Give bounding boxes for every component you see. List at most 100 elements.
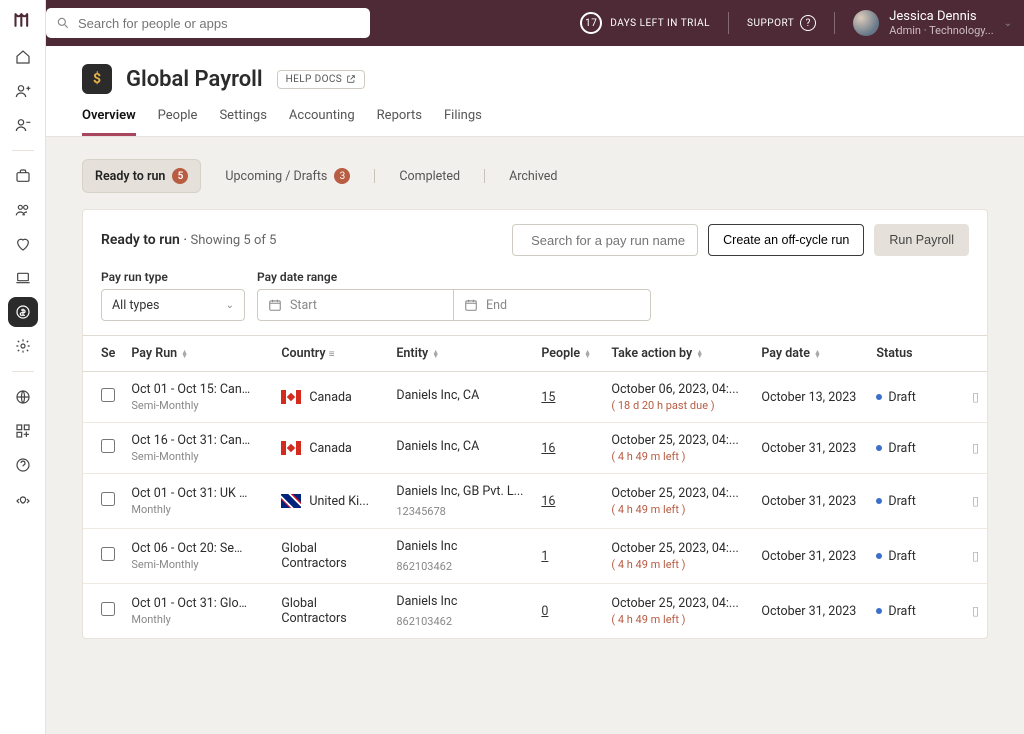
row-checkbox[interactable]: [101, 388, 115, 402]
nav-home-icon[interactable]: [8, 42, 38, 72]
people-count-link[interactable]: 1: [541, 549, 548, 564]
entity-name: Daniels Inc: [396, 539, 457, 554]
nav-globe-icon[interactable]: [8, 382, 38, 412]
status-cell: Draft: [868, 423, 964, 474]
nav-person-remove-icon[interactable]: [8, 110, 38, 140]
user-role: Admin · Technology...: [889, 24, 993, 37]
action-by-date: October 25, 2023, 04:...: [611, 486, 738, 501]
country-cell: Canada: [273, 423, 388, 474]
col-people[interactable]: People▲▼: [533, 336, 603, 372]
create-offcycle-button[interactable]: Create an off-cycle run: [708, 224, 864, 256]
payrun-frequency: Semi-Monthly: [131, 450, 265, 463]
row-action-icon[interactable]: ▯: [964, 474, 987, 529]
col-status: Status: [868, 336, 964, 372]
brand-logo[interactable]: [13, 10, 33, 30]
payrun-name: Oct 01 - Oct 15: Cana...: [131, 382, 251, 397]
chevron-down-icon: ⌄: [1004, 18, 1012, 29]
filter-date-end[interactable]: End: [454, 289, 651, 321]
tab-reports[interactable]: Reports: [377, 108, 422, 136]
status-tab-archived[interactable]: Archived: [497, 161, 569, 192]
status-tab-completed[interactable]: Completed: [387, 161, 472, 192]
filter-type-select[interactable]: All types ⌄: [101, 289, 245, 321]
row-action-icon[interactable]: ▯: [964, 529, 987, 584]
people-count-link[interactable]: 16: [541, 494, 555, 509]
status-cell: Draft: [868, 474, 964, 529]
table-row[interactable]: Oct 01 - Oct 31: Glob...Monthly Global C…: [83, 584, 987, 639]
row-action-icon[interactable]: ▯: [964, 584, 987, 639]
col-action-by[interactable]: Take action by▲▼: [603, 336, 753, 372]
col-country[interactable]: Country ≡: [273, 336, 388, 372]
trial-days: 17: [580, 12, 602, 34]
row-checkbox[interactable]: [101, 547, 115, 561]
payrun-frequency: Semi-Monthly: [131, 558, 265, 571]
nav-heart-icon[interactable]: [8, 229, 38, 259]
nav-handshake-icon[interactable]: [8, 484, 38, 514]
nav-apps-icon[interactable]: [8, 416, 38, 446]
trial-label: DAYS LEFT IN TRIAL: [610, 18, 710, 29]
calendar-icon: [464, 298, 478, 312]
user-name: Jessica Dennis: [889, 9, 993, 25]
nav-person-add-icon[interactable]: [8, 76, 38, 106]
action-by-date: October 25, 2023, 04:...: [611, 433, 738, 448]
payrun-frequency: Monthly: [131, 613, 265, 626]
status-cell: Draft: [868, 529, 964, 584]
payruns-table: Se Pay Run▲▼ Country ≡ Entity▲▼ People▲▼…: [83, 335, 987, 638]
tab-accounting[interactable]: Accounting: [289, 108, 355, 136]
nav-help-icon[interactable]: [8, 450, 38, 480]
status-tab-upcoming[interactable]: Upcoming / Drafts 3: [213, 160, 362, 192]
tab-settings[interactable]: Settings: [219, 108, 266, 136]
global-search[interactable]: [46, 8, 370, 38]
col-select: Se: [83, 336, 123, 372]
table-row[interactable]: Oct 01 - Oct 15: Cana...Semi-Monthly Can…: [83, 372, 987, 423]
help-docs-link[interactable]: HELP DOCS: [277, 70, 365, 89]
ready-count-badge: 5: [172, 168, 188, 184]
row-action-icon[interactable]: ▯: [964, 423, 987, 474]
global-search-input[interactable]: [78, 8, 360, 38]
table-row[interactable]: Oct 16 - Oct 31: Cana...Semi-Monthly Can…: [83, 423, 987, 474]
filter-type-label: Pay run type: [101, 270, 245, 284]
nav-payroll-icon[interactable]: [8, 297, 38, 327]
col-pay-date[interactable]: Pay date▲▼: [753, 336, 868, 372]
action-by-date: October 25, 2023, 04:...: [611, 541, 738, 556]
payrun-name: Oct 01 - Oct 31: Glob...: [131, 596, 251, 611]
status-tab-ready[interactable]: Ready to run 5: [82, 159, 201, 193]
pay-date: October 31, 2023: [753, 423, 868, 474]
flag-icon: [281, 494, 301, 508]
help-icon: ?: [800, 15, 816, 31]
pay-date: October 31, 2023: [753, 474, 868, 529]
country-cell: United Ki...: [273, 474, 388, 529]
col-entity[interactable]: Entity▲▼: [388, 336, 533, 372]
entity-name: Daniels Inc, CA: [396, 388, 479, 403]
col-payrun[interactable]: Pay Run▲▼: [123, 336, 273, 372]
payrun-search-input[interactable]: [531, 233, 707, 248]
payrun-search[interactable]: [512, 224, 698, 256]
external-link-icon: [346, 74, 356, 84]
tab-filings[interactable]: Filings: [444, 108, 482, 136]
nav-briefcase-icon[interactable]: [8, 161, 38, 191]
page-title: Global Payroll: [126, 67, 263, 92]
nav-laptop-icon[interactable]: [8, 263, 38, 293]
people-count-link[interactable]: 16: [541, 441, 555, 456]
people-count-link[interactable]: 15: [541, 390, 555, 405]
nav-people-icon[interactable]: [8, 195, 38, 225]
row-checkbox[interactable]: [101, 439, 115, 453]
support-link[interactable]: SUPPORT ?: [747, 15, 816, 31]
table-row[interactable]: Oct 01 - Oct 31: UK D...Monthly United K…: [83, 474, 987, 529]
user-menu[interactable]: Jessica Dennis Admin · Technology... ⌄: [853, 9, 1012, 38]
trial-indicator[interactable]: 17 DAYS LEFT IN TRIAL: [580, 12, 710, 34]
row-checkbox[interactable]: [101, 602, 115, 616]
row-checkbox[interactable]: [101, 492, 115, 506]
tab-overview[interactable]: Overview: [82, 108, 136, 136]
due-text: ( 4 h 49 m left ): [611, 450, 745, 463]
nav-settings-icon[interactable]: [8, 331, 38, 361]
row-action-icon[interactable]: ▯: [964, 372, 987, 423]
filter-date-start[interactable]: Start: [257, 289, 454, 321]
tab-people[interactable]: People: [158, 108, 198, 136]
payrun-frequency: Semi-Monthly: [131, 399, 265, 412]
pay-date: October 31, 2023: [753, 529, 868, 584]
people-count-link[interactable]: 0: [541, 604, 548, 619]
table-row[interactable]: Oct 06 - Oct 20: Sem...Semi-Monthly Glob…: [83, 529, 987, 584]
due-text: ( 4 h 49 m left ): [611, 558, 745, 571]
run-payroll-button[interactable]: Run Payroll: [874, 224, 969, 256]
payrun-name: Oct 06 - Oct 20: Sem...: [131, 541, 251, 556]
